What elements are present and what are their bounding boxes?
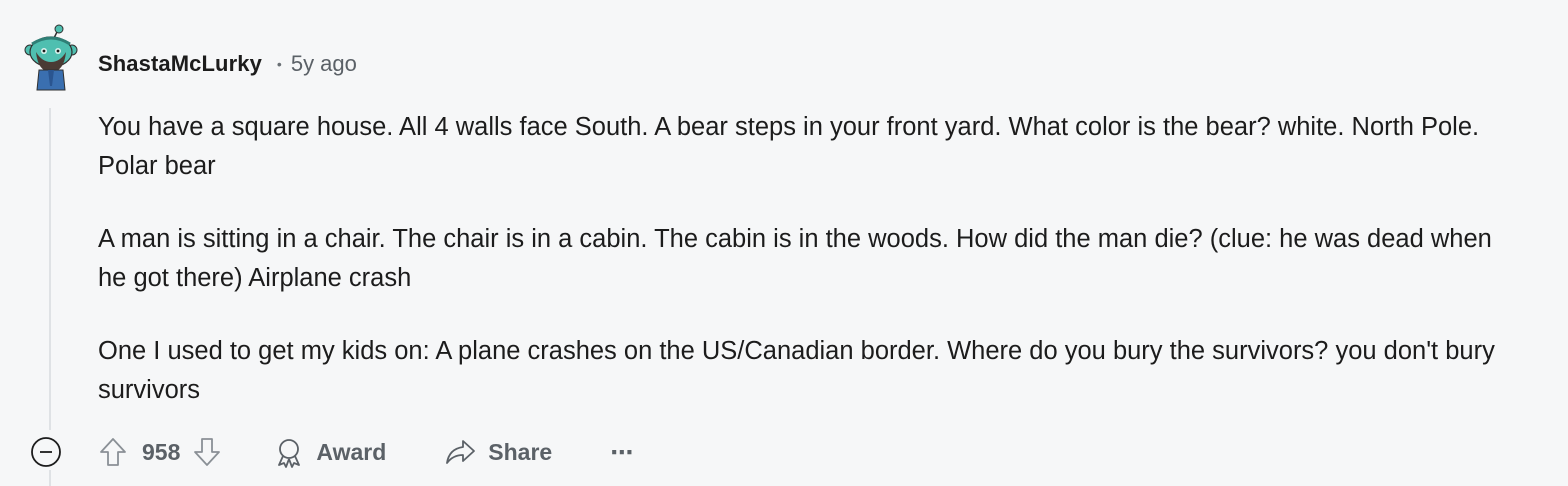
comment-paragraph: You have a square house. All 4 walls fac…	[98, 113, 1480, 180]
share-icon	[446, 440, 476, 464]
avatar[interactable]	[24, 24, 78, 92]
comment-header: ShastaMcLurky • 5y ago	[98, 48, 357, 80]
vote-controls: 958	[98, 436, 222, 468]
award-icon	[278, 439, 301, 468]
comment-container: ShastaMcLurky • 5y ago You have a square…	[0, 0, 1568, 486]
meta-separator: •	[276, 56, 282, 72]
timestamp[interactable]: 5y ago	[291, 51, 357, 77]
comment-paragraph: A man is sitting in a chair. The chair i…	[98, 225, 1492, 292]
username-link[interactable]: ShastaMcLurky	[98, 51, 262, 77]
more-options-button[interactable]: ⋯	[610, 439, 633, 466]
arrow-up-icon	[100, 438, 126, 466]
award-button[interactable]: Award	[274, 436, 386, 468]
action-bar: 958 Award Share ⋯	[30, 428, 633, 476]
snoo-avatar-icon	[24, 24, 78, 91]
more-horizontal-icon: ⋯	[610, 438, 634, 465]
share-button[interactable]: Share	[444, 436, 552, 468]
arrow-down-icon	[194, 438, 221, 466]
comment-paragraph: One I used to get my kids on: A plane cr…	[98, 337, 1495, 404]
comment-body: You have a square house. All 4 walls fac…	[98, 108, 1518, 444]
collapse-thread-button[interactable]	[30, 436, 62, 468]
share-label: Share	[488, 438, 553, 465]
minus-circle-icon	[31, 437, 61, 467]
downvote-button[interactable]	[192, 436, 222, 468]
thread-line[interactable]	[49, 108, 51, 430]
vote-count: 958	[142, 438, 181, 465]
upvote-button[interactable]	[98, 436, 128, 468]
award-label: Award	[316, 438, 387, 465]
